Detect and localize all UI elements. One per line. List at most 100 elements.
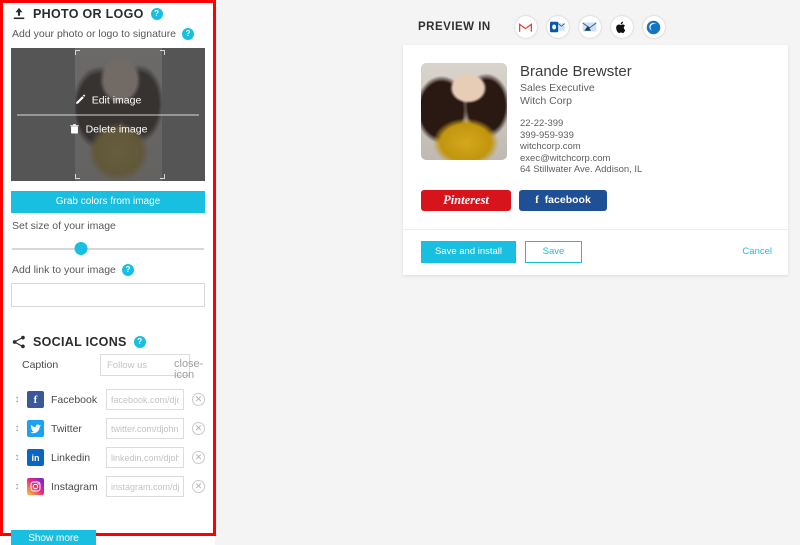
apple-logo-icon — [616, 21, 626, 33]
signature-details: Brande Brewster Sales Executive Witch Co… — [520, 63, 642, 176]
social-label-twitter: Twitter — [51, 422, 82, 435]
photo-preview-area[interactable]: Edit image Delete image — [11, 48, 205, 181]
social-label-facebook: Facebook — [51, 393, 98, 406]
social-section-title: SOCIAL ICONS — [33, 335, 127, 349]
facebook-button[interactable]: f facebook — [519, 189, 607, 211]
image-size-slider[interactable] — [12, 241, 204, 257]
gmail-glyph — [519, 22, 533, 32]
drag-handle-icon[interactable]: ↕ — [12, 394, 22, 405]
social-input-twitter[interactable] — [106, 418, 184, 439]
preview-panel: PREVIEW IN Brande Brewster Sales Executi… — [215, 0, 800, 545]
signature-website: witchcorp.com — [520, 141, 581, 152]
social-label-instagram: Instagram — [51, 480, 98, 493]
twitter-icon — [27, 420, 44, 437]
social-section-header: SOCIAL ICONS ? — [0, 328, 215, 349]
pinterest-label: Pinterest — [443, 192, 489, 207]
facebook-label: facebook — [544, 194, 591, 206]
outlook-icon[interactable] — [546, 16, 569, 38]
social-row-instagram: ↕ Instagram ✕ — [0, 472, 215, 501]
social-network-list: ↕ f Facebook ✕ ↕ Twitter ✕ ↕ in — [0, 385, 215, 501]
pencil-icon — [75, 94, 85, 104]
remove-social-facebook[interactable]: ✕ — [192, 393, 205, 406]
social-label-linkedin: Linkedin — [51, 451, 91, 464]
help-icon[interactable]: ? — [150, 8, 163, 20]
caption-input-wrap: close-icon — [100, 354, 203, 381]
twitter-bird-icon — [29, 424, 41, 433]
social-row-twitter: ↕ Twitter ✕ — [0, 414, 215, 443]
photo-actions: Edit image Delete image — [11, 88, 205, 141]
social-input-linkedin[interactable] — [106, 447, 184, 468]
social-row-linkedin: ↕ in Linkedin ✕ — [0, 443, 215, 472]
action-bar: Save and install Save Cancel — [403, 230, 788, 275]
slider-thumb[interactable] — [74, 242, 88, 255]
apple-mail-icon[interactable] — [610, 16, 633, 38]
save-and-install-button[interactable]: Save and install — [421, 240, 516, 263]
help-icon[interactable]: ? — [121, 264, 134, 276]
social-input-facebook[interactable] — [106, 389, 184, 410]
pinterest-button[interactable]: Pinterest — [421, 189, 511, 211]
show-more-button[interactable]: Show more — [11, 530, 96, 545]
crop-handle[interactable] — [160, 174, 166, 179]
signature-email: exec@witchcorp.com — [520, 152, 611, 164]
drag-handle-icon[interactable]: ↕ — [12, 481, 22, 492]
image-link-text: Add link to your image — [12, 264, 116, 276]
slider-track — [12, 248, 204, 250]
gmail-icon[interactable] — [514, 16, 537, 38]
app-screen: PHOTO OR LOGO ? Add your photo or logo t… — [0, 0, 800, 545]
signature-preview-card: Brande Brewster Sales Executive Witch Co… — [403, 45, 788, 275]
grab-colors-button[interactable]: Grab colors from image — [11, 191, 205, 213]
help-icon[interactable]: ? — [133, 336, 146, 348]
photo-section-title: PHOTO OR LOGO — [33, 7, 144, 21]
windows-mail-icon[interactable] — [578, 16, 601, 38]
signature-address: 64 Stillwater Ave. Addison, IL — [520, 164, 643, 175]
delete-image-label: Delete image — [85, 123, 148, 135]
share-icon — [12, 335, 25, 349]
help-icon[interactable]: ? — [182, 28, 195, 40]
crop-handle[interactable] — [75, 174, 81, 179]
preview-header: PREVIEW IN — [215, 0, 800, 38]
thunderbird-glyph — [646, 20, 661, 34]
signature-photo — [421, 63, 507, 160]
trash-icon — [69, 124, 79, 134]
remove-social-linkedin[interactable]: ✕ — [192, 451, 205, 464]
photo-subtitle-text: Add your photo or logo to signature — [12, 28, 177, 40]
editor-panel: PHOTO OR LOGO ? Add your photo or logo t… — [0, 0, 215, 545]
signature-name: Brande Brewster — [520, 63, 632, 80]
thunderbird-icon[interactable] — [642, 16, 665, 38]
windows-mail-glyph — [582, 22, 597, 32]
remove-social-twitter[interactable]: ✕ — [192, 422, 205, 435]
crop-handle[interactable] — [75, 50, 81, 55]
caption-label: Caption — [22, 359, 59, 371]
cancel-button[interactable]: Cancel — [742, 246, 772, 257]
facebook-icon: f — [27, 391, 44, 408]
image-size-label: Set size of your image — [12, 220, 116, 232]
signature-company: Witch Corp — [520, 95, 572, 107]
outlook-glyph — [550, 21, 566, 33]
signature-phone-2: 399-959-939 — [520, 129, 574, 141]
social-row-facebook: ↕ f Facebook ✕ — [0, 385, 215, 414]
save-button[interactable]: Save — [525, 240, 582, 263]
photo-actions-divider — [17, 114, 199, 115]
facebook-f-icon: f — [535, 194, 539, 206]
photo-section-subtitle: Add your photo or logo to signature ? — [0, 21, 215, 40]
instagram-camera-icon — [30, 481, 41, 492]
instagram-icon — [27, 478, 44, 495]
upload-icon — [13, 7, 25, 20]
signature-role: Sales Executive — [520, 82, 595, 94]
photo-section-header: PHOTO OR LOGO ? — [0, 0, 215, 21]
signature-phone-1: 22-22-399 — [520, 118, 564, 129]
image-link-label: Add link to your image ? — [0, 257, 215, 276]
close-icon[interactable]: close-icon — [174, 359, 203, 381]
image-link-input[interactable] — [11, 283, 205, 307]
edit-image-button[interactable]: Edit image — [11, 88, 205, 112]
social-input-instagram[interactable] — [106, 476, 184, 497]
signature-body: Brande Brewster Sales Executive Witch Co… — [403, 45, 788, 176]
delete-image-button[interactable]: Delete image — [11, 117, 205, 141]
linkedin-icon: in — [27, 449, 44, 466]
preview-title: PREVIEW IN — [418, 21, 491, 33]
drag-handle-icon[interactable]: ↕ — [12, 452, 22, 463]
crop-handle[interactable] — [160, 50, 166, 55]
signature-contact: 22-22-399 399-959-939 witchcorp.com exec… — [520, 118, 642, 176]
remove-social-instagram[interactable]: ✕ — [192, 480, 205, 493]
drag-handle-icon[interactable]: ↕ — [12, 423, 22, 434]
